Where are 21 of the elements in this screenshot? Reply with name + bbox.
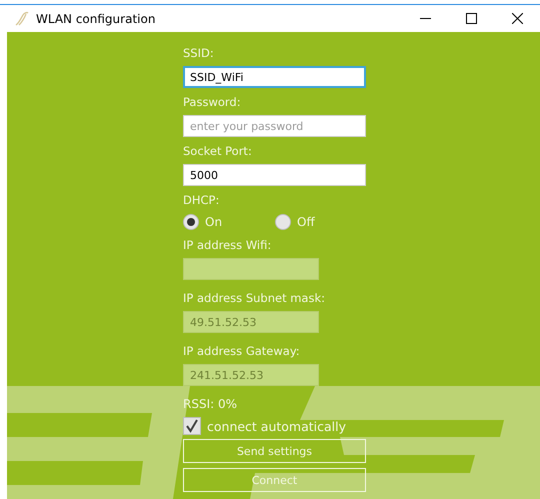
field-label: DHCP: [183,192,220,209]
field-label: IP address Gateway: [183,343,301,360]
close-icon[interactable] [512,13,522,24]
window-title: WLAN configuration [36,12,156,26]
maximize-icon[interactable] [466,13,476,24]
auto-connect-checkbox[interactable]: connect automatically [183,417,373,435]
field-label: SSID: [183,45,215,62]
radio-option[interactable]: On [183,214,275,230]
minimize-icon[interactable] [420,18,430,20]
field-label: IP address Wifi: [183,237,272,254]
action-button[interactable]: Send settings [183,439,366,463]
app-logo-icon [14,10,30,26]
field-label: IP address Subnet mask: [183,290,326,307]
password-field[interactable]: enter your password [183,115,366,137]
field-label: Password: [183,94,242,111]
text-field[interactable]: 5000 [183,164,366,186]
checkmark-icon [185,419,199,433]
rssi-label: RSSI: 0% [183,396,238,413]
text-field[interactable]: SSID_WiFi [183,66,366,88]
radio-option[interactable]: Off [275,214,367,230]
field-label: Socket Port: [183,143,253,160]
